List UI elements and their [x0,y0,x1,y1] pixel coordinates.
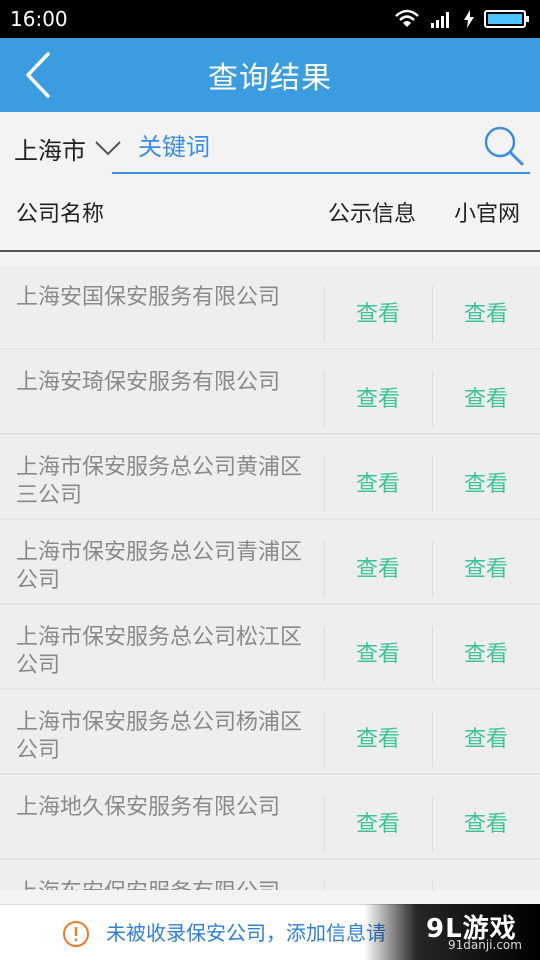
table-row[interactable]: 上海市保安服务总公司松江区公司 查看 查看 [0,606,540,690]
divider [324,371,325,427]
search-icon [484,126,524,166]
view-info-button[interactable]: 查看 [328,624,428,680]
company-name: 上海地久保安服务有限公司 [16,795,281,820]
table-row[interactable]: 上海市保安服务总公司青浦区公司 查看 查看 [0,521,540,605]
info-icon [63,921,89,947]
divider [324,456,325,512]
view-site-button[interactable]: 查看 [436,284,536,340]
divider [432,711,433,767]
company-name: 上海安国保安服务有限公司 [16,285,281,310]
column-header-info: 公示信息 [328,202,417,227]
table-row[interactable]: 上海安琦保安服务有限公司 查看 查看 [0,351,540,435]
table-row[interactable]: 上海市保安服务总公司杨浦区公司 查看 查看 [0,691,540,775]
table-row[interactable]: 上海安国保安服务有限公司 查看 查看 [0,266,540,350]
view-info-button[interactable]: 查看 [328,369,428,425]
divider [432,286,433,342]
view-site-button[interactable]: 查看 [436,454,536,510]
company-name: 上海市保安服务总公司黄浦区三公司 [16,455,303,508]
city-select[interactable]: 上海市 [14,128,122,168]
divider [432,371,433,427]
view-site-button[interactable]: 查看 [436,794,536,850]
status-bar: 16:00 [0,0,540,38]
divider [324,286,325,342]
view-info-button[interactable]: 查看 [328,709,428,765]
watermark: 9L游戏 91danji.com [364,904,540,960]
view-site-button[interactable]: 查看 [436,624,536,680]
page-title: 查询结果 [208,61,332,96]
search-field [112,124,530,174]
wifi-icon [395,9,419,27]
view-site-button[interactable]: 查看 [436,709,536,765]
search-button[interactable] [482,124,526,168]
table-row[interactable]: 上海市保安服务总公司黄浦区三公司 查看 查看 [0,436,540,520]
battery-icon [484,10,529,28]
app-bar: 查询结果 [0,38,540,112]
divider [324,541,325,597]
divider [324,796,325,852]
watermark-url: 91danji.com [448,938,522,952]
search-bar: 上海市 [0,112,540,182]
table-row[interactable]: 上海地久保安服务有限公司 查看 查看 [0,776,540,860]
divider [324,881,325,890]
divider [432,796,433,852]
view-site-button[interactable]: 查看 [436,539,536,595]
company-name: 上海安琦保安服务有限公司 [16,370,281,395]
view-site-button[interactable]: 查看 [436,369,536,425]
add-company-link[interactable]: 未被收录保安公司，添加信息请 [106,905,386,961]
table-row[interactable]: 上海东安保安服务有限公司 查看 查看 [0,861,540,890]
divider [324,711,325,767]
view-site-button[interactable]: 查看 [436,879,536,890]
divider [432,881,433,890]
company-name: 上海市保安服务总公司松江区公司 [16,625,303,678]
column-header-name: 公司名称 [16,202,105,227]
city-label: 上海市 [14,136,86,165]
signal-icon [431,12,449,28]
divider [432,541,433,597]
column-header-site: 小官网 [454,202,521,227]
table-header: 公司名称 公示信息 小官网 [0,182,540,252]
company-name: 上海东安保安服务有限公司 [16,879,316,890]
company-name: 上海市保安服务总公司杨浦区公司 [16,710,303,763]
divider [432,626,433,682]
view-info-button[interactable]: 查看 [328,454,428,510]
view-info-button[interactable]: 查看 [328,539,428,595]
view-info-button[interactable]: 查看 [328,879,428,890]
status-icons [394,8,530,30]
results-list[interactable]: 上海安国保安服务有限公司 查看 查看 上海安琦保安服务有限公司 查看 查看 上海… [0,252,540,890]
search-input[interactable] [112,124,498,170]
view-info-button[interactable]: 查看 [328,794,428,850]
view-info-button[interactable]: 查看 [328,284,428,340]
divider [432,456,433,512]
charging-icon [464,10,474,28]
status-time: 16:00 [10,7,68,31]
divider [324,626,325,682]
company-name: 上海市保安服务总公司青浦区公司 [16,540,303,593]
